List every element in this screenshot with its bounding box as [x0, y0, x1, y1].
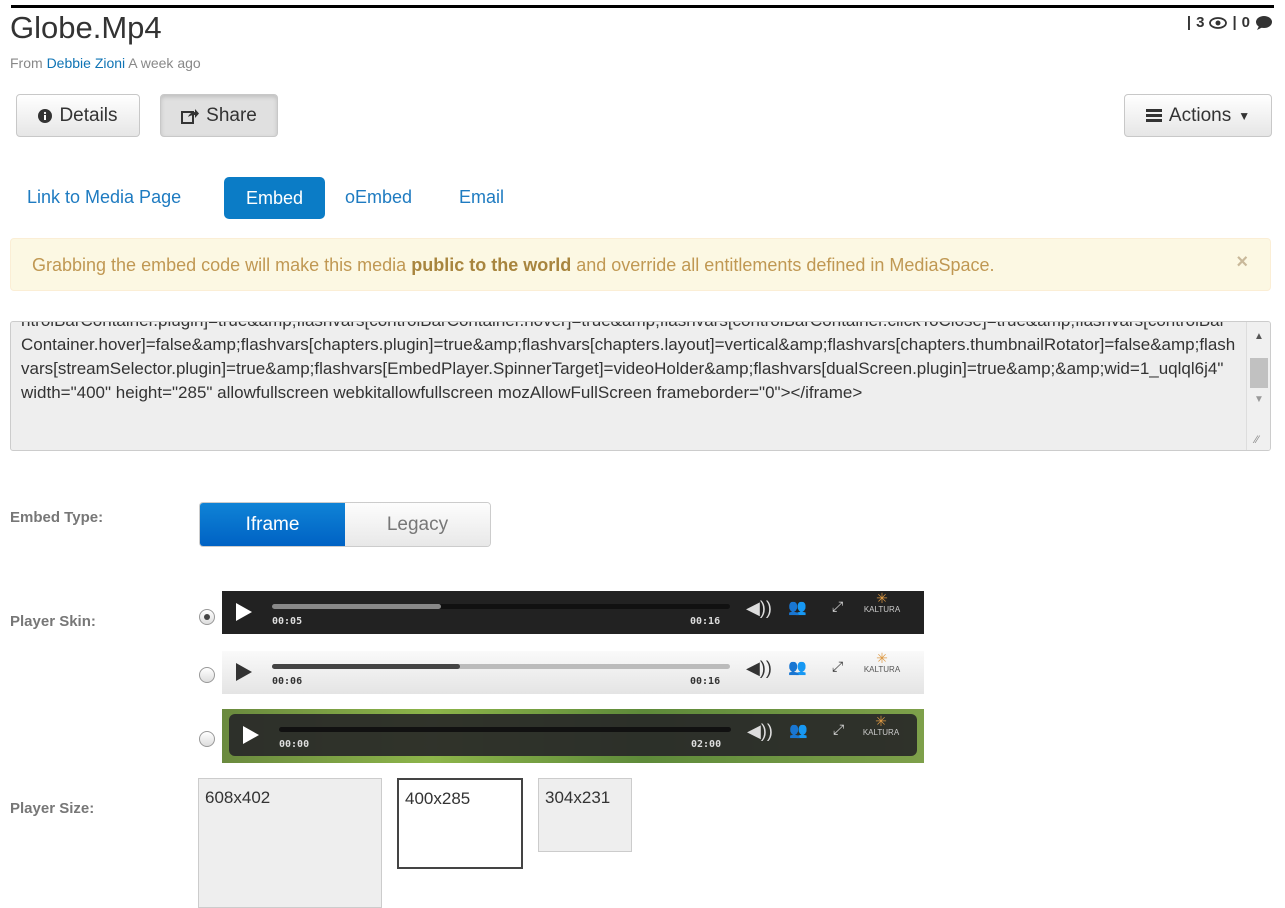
details-label: Details: [59, 104, 118, 126]
volume-icon: ◀)): [746, 598, 772, 618]
play-icon: [236, 603, 252, 621]
share-icon: [181, 108, 200, 124]
alert-bold-text: public to the world: [411, 255, 572, 275]
comment-icon: [1256, 15, 1272, 30]
time-current: 00:05: [272, 616, 303, 627]
time-total: 02:00: [691, 739, 722, 750]
kaltura-logo: ✳ KALTURA: [862, 713, 900, 737]
view-count: 3: [1196, 14, 1205, 31]
alert-text-before: Grabbing the embed code will make this m…: [32, 255, 407, 275]
from-label: From: [10, 55, 43, 71]
media-title: Globe.Mp4: [10, 10, 162, 45]
progress-track: [279, 727, 731, 732]
play-icon: [243, 726, 259, 744]
progress-track: [272, 604, 730, 609]
embed-type-toggle: Iframe Legacy: [199, 502, 491, 547]
alert-text-after: and override all entitlements defined in…: [576, 255, 995, 275]
size-option-400x285[interactable]: 400x285: [397, 778, 523, 869]
media-stats: | 3 | 0: [1187, 14, 1273, 31]
resize-grip-icon[interactable]: ⁄⁄: [1255, 434, 1259, 446]
actions-button[interactable]: Actions ▼: [1124, 94, 1272, 137]
scroll-up-icon[interactable]: ▲: [1254, 331, 1264, 342]
embed-code-scrollbar[interactable]: ▲ ▼ ⁄⁄: [1246, 322, 1270, 450]
close-icon[interactable]: ×: [1236, 251, 1248, 274]
comment-count: 0: [1241, 14, 1250, 31]
player-skin-label: Player Skin:: [10, 613, 96, 630]
list-icon: [1145, 109, 1162, 122]
progress-fill: [272, 664, 460, 669]
embed-type-label: Embed Type:: [10, 509, 104, 526]
time-current: 00:00: [279, 739, 310, 750]
details-button[interactable]: Details: [16, 94, 140, 137]
embed-type-iframe[interactable]: Iframe: [200, 503, 345, 546]
fullscreen-icon: ⤢: [833, 721, 845, 737]
progress-track: [272, 664, 730, 669]
tab-oembed[interactable]: oEmbed: [345, 187, 412, 208]
author-link[interactable]: Debbie Zioni: [47, 55, 126, 71]
size-option-304x231[interactable]: 304x231: [538, 778, 632, 852]
public-warning-alert: Grabbing the embed code will make this m…: [10, 238, 1271, 291]
volume-icon: ◀)): [747, 721, 773, 741]
share-label: Share: [206, 104, 257, 126]
play-icon: [236, 663, 252, 681]
skin-radio-2[interactable]: [199, 667, 215, 683]
tab-email[interactable]: Email: [459, 187, 504, 208]
kaltura-logo: ✳ KALTURA: [863, 590, 901, 614]
people-icon: 👥: [788, 659, 807, 676]
embed-type-legacy[interactable]: Legacy: [345, 503, 490, 546]
time-total: 00:16: [690, 676, 721, 687]
scroll-down-icon[interactable]: ▼: [1254, 394, 1264, 405]
share-button[interactable]: Share: [160, 94, 278, 137]
caret-down-icon: ▼: [1238, 108, 1251, 123]
skin-preview-overlay[interactable]: 00:00 02:00 ◀)) 👥 ⤢ ✳ KALTURA: [229, 714, 917, 756]
size-option-608x402[interactable]: 608x402: [198, 778, 382, 908]
tab-link-to-media-page[interactable]: Link to Media Page: [27, 187, 181, 208]
player-size-label: Player Size:: [10, 800, 95, 817]
top-divider: [11, 5, 1274, 8]
progress-fill: [272, 604, 442, 609]
byline: From Debbie Zioni A week ago: [10, 55, 201, 71]
kaltura-logo: ✳ KALTURA: [863, 650, 901, 674]
volume-icon: ◀)): [746, 658, 772, 678]
upload-time: A week ago: [128, 55, 201, 71]
skin-radio-3[interactable]: [199, 731, 215, 747]
fullscreen-icon: ⤢: [832, 658, 844, 674]
people-icon: 👥: [788, 599, 807, 616]
embed-code-textarea[interactable]: ntrolBarContainer.plugin]=true&amp;flash…: [10, 321, 1271, 451]
skin-preview-light[interactable]: 00:06 00:16 ◀)) 👥 ⤢ ✳ KALTURA: [222, 651, 924, 694]
tab-embed[interactable]: Embed: [224, 177, 325, 219]
embed-code-text: ntrolBarContainer.plugin]=true&amp;flash…: [21, 322, 1236, 402]
eye-icon: [1209, 16, 1228, 29]
skin-radio-1[interactable]: [199, 609, 215, 625]
time-current: 00:06: [272, 676, 303, 687]
people-icon: 👥: [789, 722, 808, 739]
skin-preview-dark[interactable]: 00:05 00:16 ◀)) 👥 ⤢ ✳ KALTURA: [222, 591, 924, 634]
fullscreen-icon: ⤢: [832, 598, 844, 614]
actions-label: Actions: [1168, 104, 1232, 126]
time-total: 00:16: [690, 616, 721, 627]
info-icon: [38, 108, 53, 123]
scroll-thumb[interactable]: [1250, 358, 1268, 388]
